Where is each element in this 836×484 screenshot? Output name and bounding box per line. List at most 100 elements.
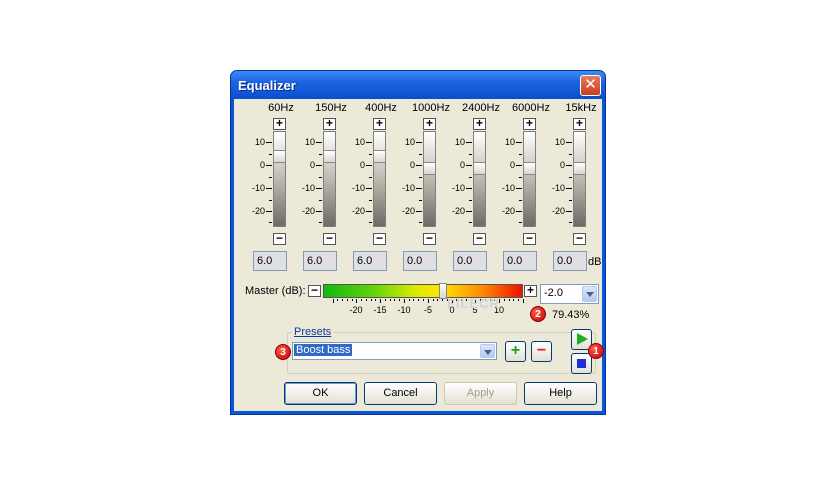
badge-3: 3: [275, 344, 291, 360]
band-frequency-label: 150Hz: [315, 102, 347, 114]
band-plus-button[interactable]: +: [323, 116, 336, 130]
band-value-box[interactable]: 0.0: [553, 251, 587, 271]
band-scale-minor-tick: [269, 200, 272, 201]
badge-2: 2: [530, 306, 546, 322]
band-value-box[interactable]: 6.0: [353, 251, 387, 271]
master-scale-tick: [433, 299, 434, 301]
cancel-button[interactable]: Cancel: [364, 382, 437, 405]
band-scale-tick: [566, 142, 572, 143]
band-minus-button[interactable]: −: [423, 232, 436, 245]
master-scale-tick: [380, 299, 381, 303]
band-slider[interactable]: [323, 131, 336, 227]
band-value-box[interactable]: 6.0: [253, 251, 287, 271]
band-value-box[interactable]: 0.0: [403, 251, 437, 271]
band-scale-minor-tick: [319, 222, 322, 223]
band-minus-button[interactable]: −: [523, 232, 536, 245]
band-scale-minor-tick: [469, 177, 472, 178]
master-db-value: -2.0: [544, 287, 563, 299]
plus-icon: +: [526, 283, 534, 297]
master-scale-tick: [347, 299, 348, 301]
band-minus-button[interactable]: −: [373, 232, 386, 245]
band-slider[interactable]: [373, 131, 386, 227]
band-plus-button[interactable]: +: [423, 117, 436, 130]
master-minus-button[interactable]: −: [308, 283, 321, 297]
band-scale-minor-tick: [469, 154, 472, 155]
band-slider[interactable]: [473, 131, 486, 227]
band-slider-thumb[interactable]: [523, 162, 536, 175]
band-scale-tick: [266, 188, 272, 189]
add-preset-button[interactable]: +: [505, 341, 526, 362]
band-scale-label: -20: [401, 206, 415, 216]
band-scale-label: 0: [359, 160, 365, 170]
master-scale-tick: [375, 299, 376, 301]
band-slider-thumb[interactable]: [423, 162, 436, 175]
band-scale-tick: [316, 165, 322, 166]
plus-icon: +: [325, 116, 333, 130]
band-slider[interactable]: [523, 131, 536, 227]
minus-icon: −: [310, 283, 318, 297]
band-plus-button[interactable]: +: [573, 117, 586, 130]
band-scale-tick: [466, 188, 472, 189]
master-scale-tick: [361, 299, 362, 301]
master-scale-tick: [356, 299, 357, 303]
band-scale-tick: [316, 142, 322, 143]
band-slider-thumb[interactable]: [273, 150, 286, 163]
band-scale-label: 10: [354, 137, 365, 147]
band-minus-button[interactable]: −: [573, 232, 586, 245]
band-minus-button[interactable]: −: [323, 231, 336, 245]
band-plus-button[interactable]: +: [273, 117, 286, 130]
preset-dropdown[interactable]: Boost bass: [292, 342, 497, 360]
band-scale-minor-tick: [319, 154, 322, 155]
master-scale-tick: [518, 299, 519, 301]
band-plus-button[interactable]: +: [523, 117, 536, 130]
band-scale-minor-tick: [569, 200, 572, 201]
band-value-box[interactable]: 6.0: [303, 251, 337, 271]
stop-button[interactable]: [571, 353, 592, 374]
band-slider-thumb[interactable]: [573, 162, 586, 175]
title-bar[interactable]: Equalizer ✕: [231, 71, 605, 99]
close-button[interactable]: ✕: [580, 75, 601, 96]
master-scale-tick: [442, 299, 443, 301]
band-scale-minor-tick: [369, 177, 372, 178]
master-scale-label: -5: [423, 305, 432, 315]
master-scale-tick: [342, 299, 343, 301]
master-scale-tick: [504, 299, 505, 301]
band-value-box[interactable]: 0.0: [503, 251, 537, 271]
master-scale-tick: [337, 299, 338, 301]
band-scale-minor-tick: [269, 177, 272, 178]
band-scale: 10 0 -10 -20: [388, 131, 422, 231]
band-value-box[interactable]: 0.0: [453, 251, 487, 271]
db-unit-label: dB: [588, 256, 602, 268]
master-plus-button[interactable]: +: [524, 283, 537, 297]
band-slider[interactable]: [273, 131, 286, 227]
minus-icon: −: [325, 231, 333, 245]
band-slider-thumb[interactable]: [323, 150, 336, 163]
band-minus-button[interactable]: −: [473, 232, 486, 245]
master-scale-tick: [371, 299, 372, 301]
ok-button[interactable]: OK: [284, 382, 357, 405]
apply-button[interactable]: Apply: [444, 382, 517, 405]
master-scale-tick: [333, 299, 334, 303]
band-plus-button[interactable]: +: [473, 116, 486, 130]
band-scale-minor-tick: [419, 177, 422, 178]
chevron-down-icon[interactable]: [480, 344, 495, 358]
band-scale: 10 0 -10 -20: [288, 131, 322, 231]
band-plus-button[interactable]: +: [373, 117, 386, 130]
band-frequency-label: 15kHz: [565, 102, 597, 114]
master-percent: 79.43%: [552, 309, 590, 321]
chevron-down-icon[interactable]: [582, 286, 597, 302]
band-slider-thumb[interactable]: [473, 162, 486, 175]
help-button[interactable]: Help: [524, 382, 597, 405]
remove-preset-button[interactable]: −: [531, 341, 552, 362]
band-scale: 10 0 -10 -20: [438, 131, 472, 231]
band-minus-button[interactable]: −: [273, 232, 286, 245]
master-db-dropdown[interactable]: -2.0: [540, 284, 599, 304]
master-scale-label: -20: [349, 305, 363, 315]
plus-icon: +: [475, 116, 483, 130]
band-slider[interactable]: [573, 131, 586, 227]
master-slider-thumb[interactable]: [439, 283, 447, 299]
band-slider[interactable]: [423, 131, 436, 227]
band-scale-tick: [366, 211, 372, 212]
band-slider-thumb[interactable]: [373, 150, 386, 163]
band-scale-label: -20: [451, 206, 465, 216]
